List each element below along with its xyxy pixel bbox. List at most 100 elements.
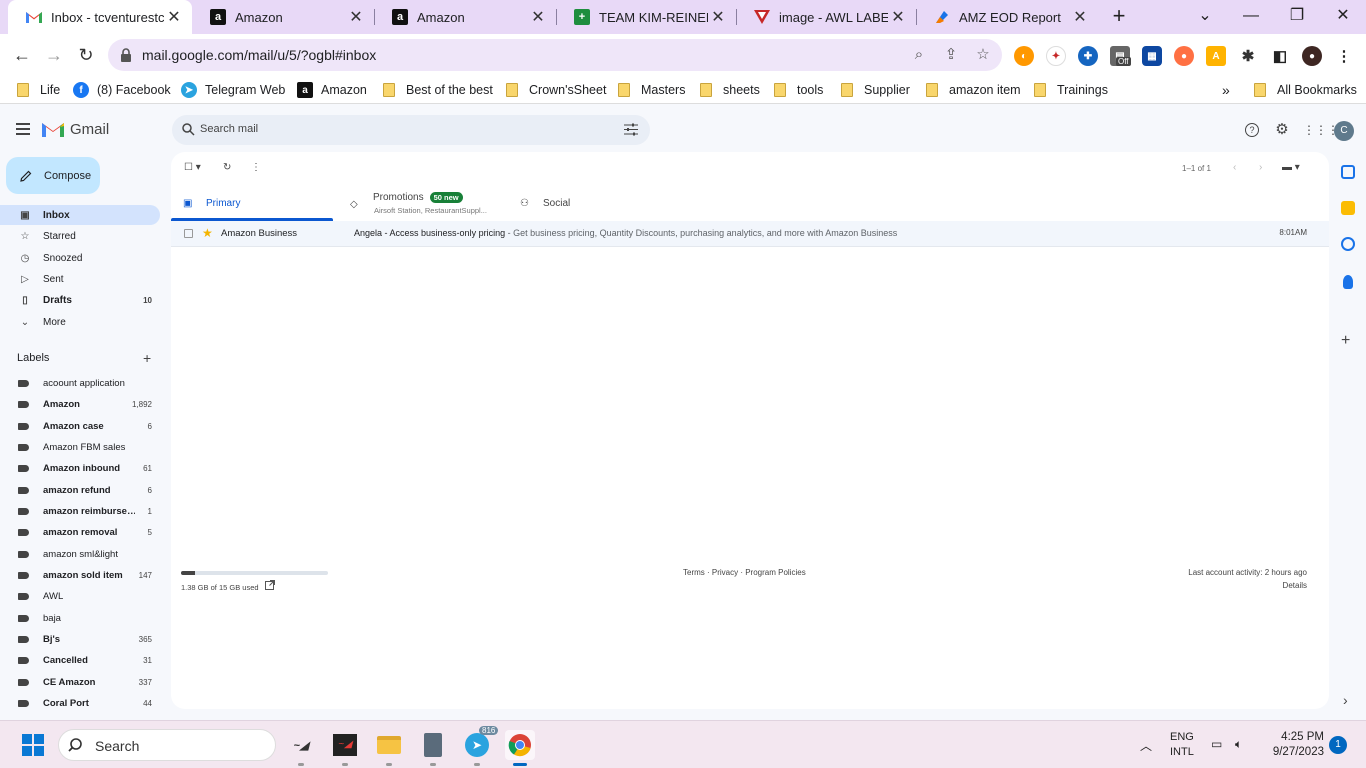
- input-language[interactable]: ENG INTL: [1170, 730, 1194, 760]
- bookmark-best-of-the-best[interactable]: Best of the best: [383, 81, 493, 99]
- label-item[interactable]: amazon reimburse… 1: [0, 502, 160, 520]
- nav-item-sent[interactable]: ▷ Sent: [0, 269, 160, 289]
- minimize-button[interactable]: —: [1228, 0, 1274, 34]
- zoom-icon[interactable]: ⌕: [910, 46, 928, 64]
- taskbar-app-telegram[interactable]: ➤ 816: [462, 726, 499, 766]
- taskbar-app-chrome[interactable]: [505, 730, 535, 766]
- label-item[interactable]: amazon sml&light: [0, 545, 160, 563]
- volume-icon[interactable]: 🔈︎: [1235, 737, 1242, 752]
- profile-avatar[interactable]: ●: [1302, 46, 1322, 66]
- nav-item-inbox[interactable]: ▣ Inbox: [0, 205, 160, 225]
- tab-amz-eod-report[interactable]: AMZ EOD Report ✕: [916, 0, 1098, 34]
- taskbar-app-file-explorer[interactable]: [374, 730, 404, 766]
- label-item[interactable]: Cancelled 31: [0, 651, 160, 669]
- star-icon[interactable]: ★: [202, 226, 213, 240]
- network-icon[interactable]: ▭: [1211, 737, 1222, 751]
- nav-item-starred[interactable]: ☆ Starred: [0, 226, 160, 246]
- more-options-icon[interactable]: ⋮: [251, 162, 261, 173]
- search-mail-input[interactable]: Search mail: [172, 115, 650, 145]
- tab-social[interactable]: ⚇ Social: [520, 185, 570, 221]
- email-row[interactable]: ★ Amazon Business Angela - Access busine…: [171, 221, 1329, 247]
- close-icon[interactable]: ✕: [888, 7, 908, 27]
- side-panel-icon[interactable]: ◧: [1270, 46, 1290, 66]
- new-tab-button[interactable]: +: [1108, 5, 1130, 27]
- bookmark-amazon[interactable]: a Amazon: [297, 81, 367, 99]
- label-item[interactable]: amazon removal 5: [0, 523, 160, 541]
- close-icon[interactable]: ✕: [164, 7, 184, 27]
- tab-gmail-inbox[interactable]: Inbox - tcventurestc@ ✕: [8, 0, 192, 34]
- close-icon[interactable]: ✕: [346, 7, 366, 27]
- bookmark-crowns-sheet[interactable]: Crown'sSheet: [506, 81, 606, 99]
- main-menu-icon[interactable]: [16, 123, 30, 135]
- nav-item-drafts[interactable]: ▯ Drafts 10: [0, 290, 160, 310]
- select-all-checkbox[interactable]: ☐ ▾: [184, 162, 201, 173]
- extension-icon[interactable]: ◐: [1014, 46, 1034, 66]
- google-apps-icon[interactable]: ⋮⋮⋮: [1303, 122, 1339, 138]
- forward-button[interactable]: →: [39, 40, 69, 70]
- close-icon[interactable]: ✕: [528, 7, 548, 27]
- calendar-icon[interactable]: [1341, 165, 1355, 179]
- bookmark-sheets[interactable]: sheets: [700, 81, 760, 99]
- label-item[interactable]: Bj's 365: [0, 630, 160, 648]
- tab-amazon-2[interactable]: a Amazon ✕: [374, 0, 556, 34]
- taskbar-app-game-2[interactable]: ~◢: [330, 730, 360, 766]
- search-options-icon[interactable]: [624, 123, 638, 136]
- extension-icon[interactable]: ✚: [1078, 46, 1098, 66]
- help-icon[interactable]: ?: [1245, 123, 1259, 137]
- label-item[interactable]: CE Amazon 337: [0, 673, 160, 691]
- bookmark-life[interactable]: Life: [17, 81, 60, 99]
- label-item[interactable]: Amazon case 6: [0, 417, 160, 435]
- notification-badge[interactable]: 1: [1329, 736, 1347, 754]
- bookmark-star-icon[interactable]: ☆: [974, 46, 992, 64]
- extension-icon[interactable]: A: [1206, 46, 1226, 66]
- label-item[interactable]: Amazon inbound 61: [0, 459, 160, 477]
- bookmark-supplier[interactable]: Supplier: [841, 81, 910, 99]
- system-clock[interactable]: 4:25 PM 9/27/2023: [1262, 730, 1324, 760]
- label-item[interactable]: amazon sold item 147: [0, 566, 160, 584]
- tab-team-sheet[interactable]: + TEAM KIM-REINEL PR ✕: [556, 0, 736, 34]
- keep-icon[interactable]: [1341, 201, 1355, 215]
- bookmark-telegram[interactable]: ➤ Telegram Web: [181, 81, 285, 99]
- close-window-button[interactable]: ✕: [1320, 0, 1366, 34]
- bookmark-masters[interactable]: Masters: [618, 81, 685, 99]
- label-item[interactable]: AWL: [0, 587, 160, 605]
- account-avatar[interactable]: C: [1334, 121, 1354, 141]
- add-label-icon[interactable]: +: [143, 350, 151, 366]
- older-page-icon[interactable]: ›: [1259, 162, 1262, 173]
- taskbar-search-input[interactable]: Search: [58, 729, 276, 761]
- refresh-icon[interactable]: ↻: [223, 162, 231, 173]
- tab-primary[interactable]: ▣ Primary: [183, 185, 240, 221]
- contacts-icon[interactable]: [1343, 275, 1353, 289]
- nav-item-more[interactable]: ⌄ More: [0, 312, 160, 332]
- email-checkbox[interactable]: [184, 229, 193, 238]
- compose-button[interactable]: Compose: [6, 157, 100, 194]
- tab-search-button[interactable]: ⌄: [1182, 0, 1228, 34]
- open-external-icon[interactable]: [265, 580, 275, 590]
- footer-links[interactable]: Terms · Privacy · Program Policies: [683, 568, 806, 577]
- bookmark-amazon-item[interactable]: amazon item: [926, 81, 1021, 99]
- tasks-icon[interactable]: [1341, 237, 1355, 251]
- back-button[interactable]: ←: [7, 40, 37, 70]
- all-bookmarks[interactable]: All Bookmarks: [1254, 81, 1357, 99]
- close-icon[interactable]: ✕: [708, 7, 728, 27]
- tab-awl-label[interactable]: image - AWL LABEL ✕: [736, 0, 916, 34]
- restore-button[interactable]: ❐: [1274, 0, 1320, 34]
- extension-icon[interactable]: ●: [1174, 46, 1194, 66]
- puzzle-icon[interactable]: ✱: [1238, 46, 1258, 66]
- label-item[interactable]: Amazon FBM sales: [0, 438, 160, 456]
- input-tools-icon[interactable]: ▬ ▾: [1282, 162, 1300, 173]
- windows-start-icon[interactable]: [22, 734, 44, 756]
- details-link[interactable]: Details: [1283, 581, 1307, 590]
- tab-amazon-1[interactable]: a Amazon ✕: [192, 0, 374, 34]
- reload-button[interactable]: ↻: [71, 40, 101, 70]
- taskbar-app-calculator[interactable]: [418, 730, 448, 766]
- label-item[interactable]: baja: [0, 609, 160, 627]
- add-addon-icon[interactable]: +: [1341, 332, 1350, 350]
- label-item[interactable]: Amazon 1,892: [0, 395, 160, 413]
- address-bar[interactable]: mail.google.com/mail/u/5/?ogbl#inbox ⌕ ⇪…: [108, 39, 1002, 71]
- close-icon[interactable]: ✕: [1070, 7, 1090, 27]
- menu-icon[interactable]: ⋮: [1334, 46, 1354, 66]
- bookmark-tools[interactable]: tools: [774, 81, 823, 99]
- label-item[interactable]: amazon refund 6: [0, 481, 160, 499]
- extension-icon[interactable]: ▦: [1142, 46, 1162, 66]
